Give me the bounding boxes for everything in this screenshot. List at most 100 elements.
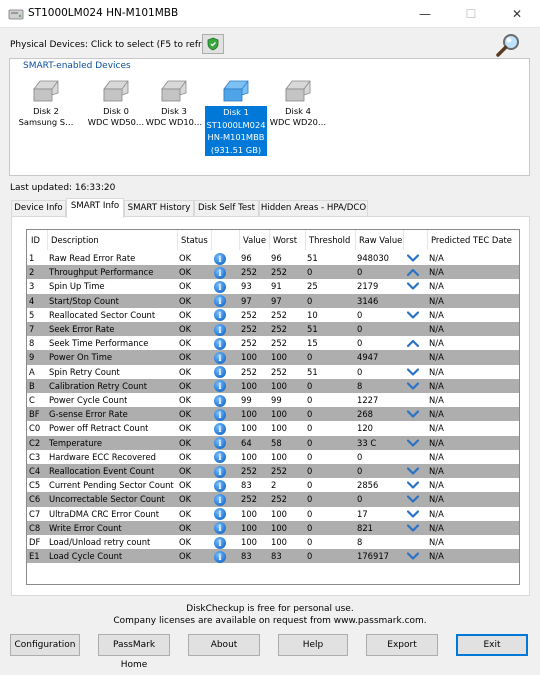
cell-value: 100 bbox=[241, 522, 257, 533]
table-row[interactable]: DF Load/Unload retry count OK 100 100 0 8 N/A i bbox=[27, 535, 519, 549]
table-row[interactable]: 5 Reallocated Sector Count OK 252 252 10 0 N/A i bbox=[27, 308, 519, 322]
table-row[interactable]: C8 Write Error Count OK 100 100 0 821 N/A i bbox=[27, 520, 519, 535]
table-row[interactable]: 9 Power On Time OK 100 100 0 4947 N/A i bbox=[27, 350, 519, 365]
cell-description: Load/Unload retry count bbox=[49, 537, 151, 547]
cell-raw-value: 17 bbox=[357, 508, 368, 519]
device-disk-1-selected[interactable]: Disk 1 ST1000LM024 HN-M101MBB (931.51 GB… bbox=[205, 77, 267, 156]
cell-threshold: 0 bbox=[307, 551, 313, 562]
cell-predicted-tec: N/A bbox=[429, 338, 444, 349]
cell-status: OK bbox=[179, 480, 192, 491]
disk-label-1: Disk 1 bbox=[205, 106, 267, 119]
col-header-threshold[interactable]: Threshold bbox=[307, 230, 350, 250]
passmark-home-button[interactable]: PassMark Home bbox=[98, 634, 170, 670]
magnifier-button[interactable] bbox=[494, 32, 524, 58]
col-header-raw-value[interactable]: Raw Value bbox=[357, 230, 402, 250]
smart-table[interactable]: ID Description Status Value Worst Thresh… bbox=[26, 229, 520, 585]
table-row[interactable]: C2 Temperature OK 64 58 0 33 C N/A i bbox=[27, 435, 519, 450]
table-row[interactable]: 4 Start/Stop Count OK 97 97 0 3146 N/A i bbox=[27, 293, 519, 308]
info-icon[interactable]: i bbox=[214, 366, 226, 379]
cell-value: 252 bbox=[241, 324, 257, 334]
cell-id: 1 bbox=[29, 253, 35, 263]
configuration-button[interactable]: Configuration bbox=[10, 634, 80, 656]
tab-smart-history[interactable]: SMART History bbox=[124, 200, 194, 217]
table-row[interactable]: C Power Cycle Count OK 99 99 0 1227 N/A i bbox=[27, 393, 519, 407]
col-header-status[interactable]: Status bbox=[179, 230, 208, 250]
cell-predicted-tec: N/A bbox=[429, 380, 444, 391]
table-row[interactable]: C0 Power off Retract Count OK 100 100 0 120 N/A… bbox=[27, 421, 519, 435]
info-icon[interactable]: i bbox=[214, 351, 226, 364]
info-icon[interactable]: i bbox=[214, 451, 226, 464]
device-disk-3[interactable]: Disk 3 WDC WD10… bbox=[140, 77, 208, 127]
table-row[interactable]: A Spin Retry Count OK 252 252 51 0 N/A i bbox=[27, 365, 519, 379]
minimize-button[interactable]: — bbox=[402, 0, 448, 28]
info-icon[interactable]: i bbox=[214, 252, 226, 265]
info-icon[interactable]: i bbox=[214, 437, 226, 450]
cell-value: 100 bbox=[241, 508, 257, 519]
cell-status: OK bbox=[179, 352, 192, 363]
col-header-value[interactable]: Value bbox=[241, 230, 266, 250]
col-header-worst[interactable]: Worst bbox=[271, 230, 297, 250]
info-icon[interactable]: i bbox=[214, 536, 226, 549]
cell-id: E1 bbox=[29, 551, 40, 562]
info-icon[interactable]: i bbox=[214, 465, 226, 478]
cell-predicted-tec: N/A bbox=[429, 366, 444, 377]
about-button[interactable]: About bbox=[188, 634, 260, 656]
table-row[interactable]: 2 Throughput Performance OK 252 252 0 0 N/A i bbox=[27, 265, 519, 280]
cell-predicted-tec: N/A bbox=[429, 395, 444, 405]
cell-id: C0 bbox=[29, 423, 41, 434]
info-icon[interactable]: i bbox=[214, 394, 226, 407]
col-header-id[interactable]: ID bbox=[29, 230, 40, 250]
device-disk-4[interactable]: Disk 4 WDC WD20… bbox=[264, 77, 332, 127]
cell-worst: 91 bbox=[271, 281, 282, 292]
table-row[interactable]: 8 Seek Time Performance OK 252 252 15 0 N/A i bbox=[27, 336, 519, 350]
help-button[interactable]: Help bbox=[278, 634, 348, 656]
table-row[interactable]: B Calibration Retry Count OK 100 100 0 8 N/A i bbox=[27, 378, 519, 393]
hard-disk-icon bbox=[33, 80, 59, 102]
info-icon[interactable]: i bbox=[214, 337, 226, 350]
info-icon[interactable]: i bbox=[214, 309, 226, 322]
cell-predicted-tec: N/A bbox=[429, 352, 444, 363]
chevron-down-icon bbox=[407, 382, 419, 390]
info-icon[interactable]: i bbox=[214, 422, 226, 435]
info-icon[interactable]: i bbox=[214, 266, 226, 279]
info-icon[interactable]: i bbox=[214, 550, 226, 563]
table-row[interactable]: 1 Raw Read Error Rate OK 96 96 51 948030 N/A i bbox=[27, 251, 519, 265]
cell-worst: 252 bbox=[271, 267, 287, 278]
close-button[interactable]: ✕ bbox=[494, 0, 540, 28]
info-icon[interactable]: i bbox=[214, 493, 226, 506]
disk-label-1: Disk 2 bbox=[33, 106, 59, 116]
info-icon[interactable]: i bbox=[214, 295, 226, 308]
table-row[interactable]: E1 Load Cycle Count OK 83 83 0 176917 N/A i bbox=[27, 549, 519, 564]
tab-hidden-areas[interactable]: Hidden Areas - HPA/DCO bbox=[259, 200, 368, 217]
table-row[interactable]: 3 Spin Up Time OK 93 91 25 2179 N/A i bbox=[27, 279, 519, 293]
table-row[interactable]: C7 UltraDMA CRC Error Count OK 100 100 0 17 N/A… bbox=[27, 507, 519, 521]
table-row[interactable]: BF G-sense Error Rate OK 100 100 0 268 N/A i bbox=[27, 407, 519, 422]
maximize-button[interactable]: ☐ bbox=[448, 0, 494, 28]
exit-button[interactable]: Exit bbox=[456, 634, 528, 656]
cell-worst: 100 bbox=[271, 409, 287, 420]
table-row[interactable]: 7 Seek Error Rate OK 252 252 51 0 N/A i bbox=[27, 322, 519, 337]
col-header-predicted-tec[interactable]: Predicted TEC Date bbox=[429, 230, 512, 250]
tab-smart-info[interactable]: SMART Info bbox=[66, 198, 124, 218]
info-icon[interactable]: i bbox=[214, 280, 226, 293]
chevron-down-icon bbox=[407, 410, 419, 418]
refresh-button[interactable] bbox=[202, 34, 224, 54]
disk-label-2: Samsung S… bbox=[18, 116, 74, 127]
info-icon[interactable]: i bbox=[214, 380, 226, 393]
col-header-description[interactable]: Description bbox=[49, 230, 99, 250]
info-icon[interactable]: i bbox=[214, 508, 226, 521]
export-button[interactable]: Export bbox=[366, 634, 438, 656]
info-icon[interactable]: i bbox=[214, 408, 226, 421]
table-row[interactable]: C6 Uncorrectable Sector Count OK 252 252 0 0 N/… bbox=[27, 492, 519, 507]
tab-disk-self-test[interactable]: Disk Self Test bbox=[194, 200, 259, 217]
table-row[interactable]: C3 Hardware ECC Recovered OK 100 100 0 0 N/A i bbox=[27, 450, 519, 464]
info-icon[interactable]: i bbox=[214, 522, 226, 535]
device-disk-2[interactable]: Disk 2 Samsung S… bbox=[12, 77, 80, 127]
info-icon[interactable]: i bbox=[214, 323, 226, 336]
info-icon[interactable]: i bbox=[214, 479, 226, 492]
cell-worst: 100 bbox=[271, 352, 287, 363]
tab-device-info[interactable]: Device Info bbox=[11, 200, 66, 217]
cell-predicted-tec: N/A bbox=[429, 537, 444, 547]
table-row[interactable]: C5 Current Pending Sector Count OK 83 2 0 2856… bbox=[27, 478, 519, 492]
table-row[interactable]: C4 Reallocation Event Count OK 252 252 0 0 N/A i bbox=[27, 464, 519, 479]
